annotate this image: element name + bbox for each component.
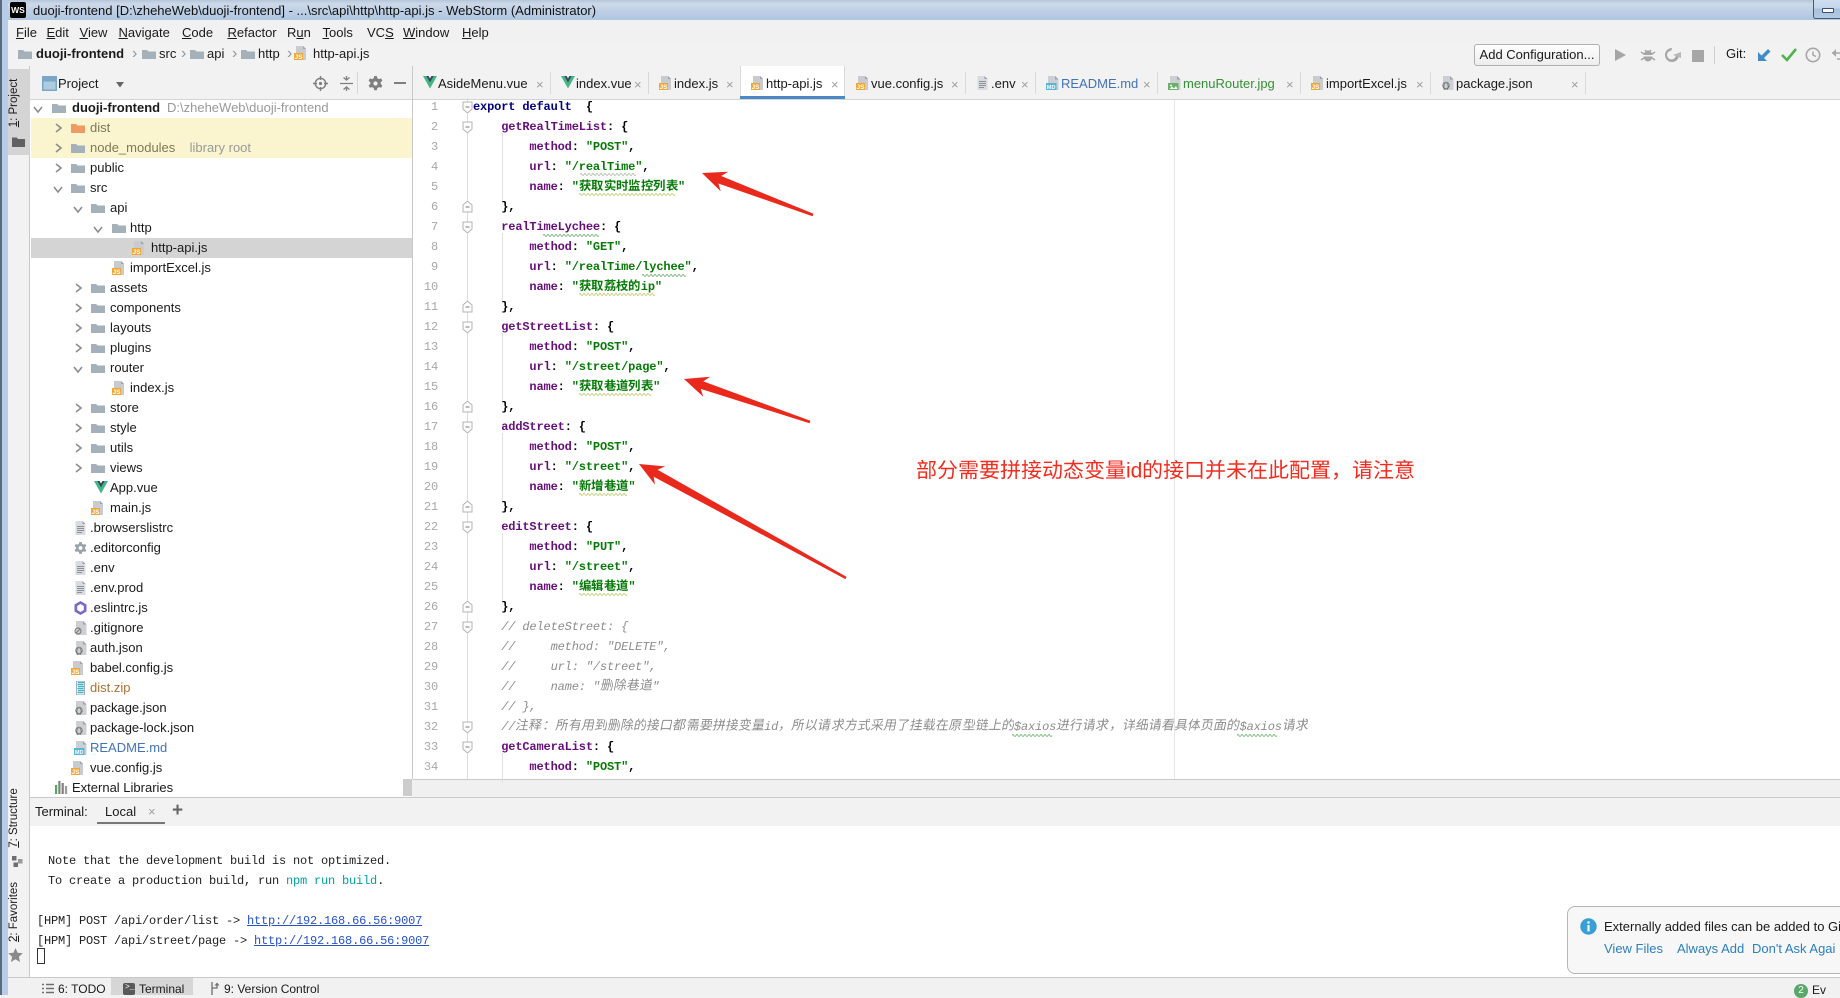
svg-text:JS: JS xyxy=(72,669,81,675)
svg-text:JS: JS xyxy=(295,54,304,60)
svg-text:JS: JS xyxy=(92,509,101,515)
svg-text:JS: JS xyxy=(72,769,81,775)
svg-text:{}: {} xyxy=(75,648,82,655)
svg-text:{}: {} xyxy=(75,708,82,715)
svg-text:JS: JS xyxy=(113,269,122,275)
svg-text:JS: JS xyxy=(1312,84,1321,90)
svg-text:JS: JS xyxy=(133,249,142,255)
svg-text:JS: JS xyxy=(752,84,761,90)
svg-text:JS: JS xyxy=(857,84,866,90)
svg-text:{}: {} xyxy=(1442,83,1449,90)
svg-text:JS: JS xyxy=(113,389,122,395)
svg-text:MD: MD xyxy=(1047,85,1056,90)
svg-text:MD: MD xyxy=(75,750,84,755)
svg-text:{}: {} xyxy=(75,728,82,735)
svg-text:JS: JS xyxy=(660,84,669,90)
